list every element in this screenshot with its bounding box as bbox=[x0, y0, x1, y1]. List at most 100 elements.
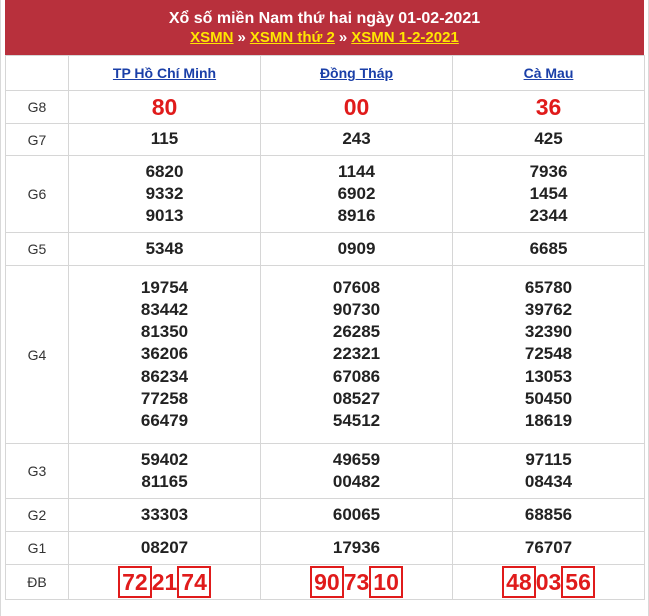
prize-label: G6 bbox=[5, 155, 69, 233]
prize-number: 60065 bbox=[332, 504, 381, 524]
prize-label: G4 bbox=[5, 265, 69, 444]
results-header: Xổ số miền Nam thứ hai ngày 01-02-2021 X… bbox=[5, 0, 644, 55]
breadcrumb-xsmn-thu-2[interactable]: XSMN thứ 2 bbox=[250, 29, 335, 46]
prize-number: 243 bbox=[342, 129, 371, 149]
prize-number: 77258 bbox=[140, 388, 189, 408]
prize-label: G8 bbox=[5, 90, 69, 124]
breadcrumb-xsmn[interactable]: XSMN bbox=[190, 29, 233, 46]
prize-cell: 0909 bbox=[260, 232, 453, 266]
prize-cell: 17936 bbox=[260, 531, 453, 565]
prize-number: 19754 bbox=[140, 277, 189, 297]
prize-number: 26285 bbox=[332, 322, 381, 342]
prize-number: 9332 bbox=[145, 183, 184, 203]
prize-cell: 243 bbox=[260, 123, 453, 156]
prize-number: 67086 bbox=[332, 366, 381, 386]
prize-cell: 60065 bbox=[260, 498, 453, 532]
special-prize-middle: 03 bbox=[535, 569, 562, 595]
prize-number: 5348 bbox=[145, 238, 184, 258]
prize-number: 65780 bbox=[524, 277, 573, 297]
prize-row: G4 19754 83442 81350 36206 86234 77258 66479 076… bbox=[5, 265, 645, 444]
prize-label: G7 bbox=[5, 123, 69, 156]
province-link-dong-thap[interactable]: Đồng Tháp bbox=[320, 65, 393, 81]
prize-cell: 07608 90730 26285 22321 67086 08527 54512 bbox=[260, 265, 453, 444]
prize-cell: 68856 bbox=[452, 498, 645, 532]
special-prize-number: 72 21 74 bbox=[69, 566, 260, 598]
breadcrumb-separator: » bbox=[338, 29, 348, 46]
prize-number: 36 bbox=[535, 93, 562, 120]
special-prize-middle: 73 bbox=[343, 569, 370, 595]
prize-row: G3 59402 81165 49659 00482 97115 08434 bbox=[5, 443, 645, 499]
prize-number: 76707 bbox=[524, 537, 573, 557]
prize-number: 07608 bbox=[332, 277, 381, 297]
prize-row: G8 80 00 36 bbox=[5, 90, 645, 124]
prize-number: 66479 bbox=[140, 411, 189, 430]
prize-number: 72548 bbox=[524, 344, 573, 364]
prize-label: G1 bbox=[5, 531, 69, 565]
prize-label: G2 bbox=[5, 498, 69, 532]
prize-number: 1144 bbox=[338, 161, 375, 181]
breadcrumb-separator: » bbox=[237, 29, 246, 46]
prize-row: ĐB 72 21 74 90 73 10 48 03 56 bbox=[5, 564, 645, 600]
prize-number: 6685 bbox=[529, 238, 568, 258]
prize-cell: 00 bbox=[260, 90, 453, 124]
special-prize-prefix: 90 bbox=[310, 566, 344, 598]
province-link-tphcm[interactable]: TP Hồ Chí Minh bbox=[113, 65, 216, 81]
special-prize-number: 48 03 56 bbox=[453, 566, 644, 598]
prize-number: 59402 bbox=[140, 449, 189, 469]
special-prize-suffix: 56 bbox=[561, 566, 595, 598]
prize-number: 80 bbox=[151, 93, 178, 120]
province-header-row: TP Hồ Chí Minh Đồng Tháp Cà Mau bbox=[5, 55, 645, 91]
prize-cell: 90 73 10 bbox=[260, 564, 453, 600]
prize-number: 8916 bbox=[337, 206, 376, 226]
prize-number: 115 bbox=[150, 129, 179, 149]
prize-number: 00 bbox=[343, 93, 370, 120]
province-link-ca-mau[interactable]: Cà Mau bbox=[524, 65, 574, 81]
prize-number: 13053 bbox=[524, 366, 573, 386]
prize-number: 83442 bbox=[140, 299, 189, 319]
prize-label: G3 bbox=[5, 443, 69, 499]
prize-number: 32390 bbox=[524, 322, 573, 342]
prize-number: 81350 bbox=[140, 322, 189, 342]
prize-row: G5 5348 0909 6685 bbox=[5, 232, 645, 266]
special-prize-number: 90 73 10 bbox=[261, 566, 452, 598]
special-prize-suffix: 10 bbox=[369, 566, 403, 598]
prize-number: 7936 bbox=[529, 161, 568, 181]
special-prize-prefix: 72 bbox=[118, 566, 152, 598]
prize-cell: 80 bbox=[68, 90, 261, 124]
prize-cell: 425 bbox=[452, 123, 645, 156]
prize-row: G6 6820 9332 9013 1144 6902 8916 7936 1454 2344 bbox=[5, 155, 645, 233]
prize-row: G2 33303 60065 68856 bbox=[5, 498, 645, 532]
breadcrumb-xsmn-date[interactable]: XSMN 1-2-2021 bbox=[351, 29, 459, 46]
prize-cell: 72 21 74 bbox=[68, 564, 261, 600]
results-table: TP Hồ Chí Minh Đồng Tháp Cà Mau G8 80 00 36… bbox=[5, 55, 645, 600]
prize-number: 97115 bbox=[525, 449, 572, 469]
special-prize-suffix: 74 bbox=[177, 566, 211, 598]
prize-label: ĐB bbox=[5, 564, 69, 600]
prize-cell: 08207 bbox=[68, 531, 261, 565]
prize-cell: 49659 00482 bbox=[260, 443, 453, 499]
prize-number: 90730 bbox=[332, 299, 381, 319]
prize-number: 9013 bbox=[145, 206, 184, 226]
prize-cell: 65780 39762 32390 72548 13053 50450 18619 bbox=[452, 265, 645, 444]
prize-cell: 1144 6902 8916 bbox=[260, 155, 453, 233]
prize-cell: 6820 9332 9013 bbox=[68, 155, 261, 233]
prize-label: G5 bbox=[5, 232, 69, 266]
special-prize-prefix: 48 bbox=[502, 566, 536, 598]
prize-number: 50450 bbox=[524, 388, 573, 408]
prize-number: 54512 bbox=[332, 411, 381, 430]
prize-cell: 5348 bbox=[68, 232, 261, 266]
prize-cell: 115 bbox=[68, 123, 261, 156]
prize-number: 18619 bbox=[524, 411, 573, 430]
prize-cell: 76707 bbox=[452, 531, 645, 565]
prize-number: 86234 bbox=[140, 366, 189, 386]
prize-number: 36206 bbox=[140, 344, 189, 364]
prize-number: 49659 bbox=[332, 449, 381, 469]
prize-cell: 19754 83442 81350 36206 86234 77258 66479 bbox=[68, 265, 261, 444]
prize-cell: 33303 bbox=[68, 498, 261, 532]
special-prize-middle: 21 bbox=[151, 569, 178, 595]
prize-number: 33303 bbox=[140, 504, 189, 524]
prize-number: 08527 bbox=[332, 388, 381, 408]
prize-number: 17936 bbox=[332, 537, 381, 557]
prize-cell: 59402 81165 bbox=[68, 443, 261, 499]
prize-number: 22321 bbox=[332, 344, 381, 364]
